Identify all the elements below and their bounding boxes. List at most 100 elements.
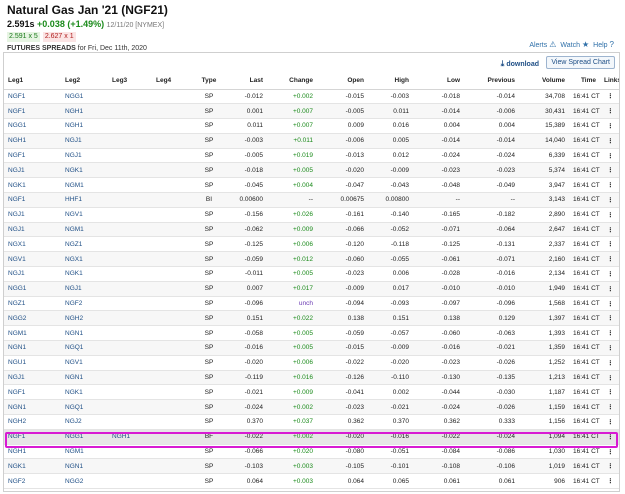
- cell-leg2[interactable]: NGQ1: [61, 340, 108, 356]
- cell-leg4[interactable]: [152, 192, 195, 208]
- row-menu-icon[interactable]: ⋮: [600, 89, 619, 105]
- alert-icon[interactable]: ⚠: [549, 40, 556, 49]
- cell-leg4[interactable]: [152, 340, 195, 356]
- column-header-leg3[interactable]: Leg3: [108, 73, 152, 90]
- cell-leg1[interactable]: NGJ1: [4, 162, 61, 179]
- table-row[interactable]: NGN1 NGQ1 SP -0.024 +0.002 -0.023 -0.021 -0.024…: [4, 399, 619, 416]
- cell-leg3[interactable]: [108, 103, 152, 120]
- cell-leg2[interactable]: NGH1: [61, 118, 108, 134]
- cell-leg4[interactable]: [152, 162, 195, 179]
- table-row[interactable]: NGF1 NGJ1 SP -0.005 +0.019 -0.013 0.012 -0.024-…: [4, 148, 619, 164]
- row-menu-icon[interactable]: ⋮: [600, 251, 619, 268]
- cell-leg4[interactable]: [152, 310, 195, 327]
- watch-link[interactable]: Watch: [560, 42, 580, 49]
- row-menu-icon[interactable]: ⋮: [600, 281, 619, 297]
- cell-leg3[interactable]: [108, 222, 152, 238]
- cell-leg2[interactable]: NGZ1: [61, 236, 108, 253]
- table-row[interactable]: NGK1 NGM1 SP -0.045 +0.004 -0.047 -0.043 -0.048…: [4, 177, 619, 194]
- cell-leg4[interactable]: [152, 458, 195, 475]
- column-header-leg1[interactable]: Leg1: [4, 73, 61, 90]
- cell-leg4[interactable]: [152, 325, 195, 342]
- table-row[interactable]: NGF2 NGG2 SP 0.064 +0.003 0.064 0.065 0.061 0.06…: [4, 473, 619, 490]
- cell-leg3[interactable]: [108, 118, 152, 134]
- cell-leg2[interactable]: NGG1: [61, 89, 108, 105]
- cell-leg4[interactable]: [152, 207, 195, 223]
- help-icon[interactable]: ?: [610, 40, 614, 49]
- cell-leg4[interactable]: [152, 177, 195, 194]
- table-row[interactable]: NGJ1 NGM1 SP -0.062 +0.009 -0.066 -0.052 -0.071…: [4, 222, 619, 238]
- table-row[interactable]: NGG1 NGJ1 SP 0.007 +0.017 -0.009 0.017 -0.010 -0…: [4, 281, 619, 297]
- cell-leg1[interactable]: NGG1: [4, 281, 61, 297]
- cell-leg3[interactable]: [108, 370, 152, 386]
- row-menu-icon[interactable]: ⋮: [600, 236, 619, 253]
- row-menu-icon[interactable]: ⋮: [600, 473, 619, 490]
- row-menu-icon[interactable]: ⋮: [600, 340, 619, 356]
- cell-leg3[interactable]: [108, 162, 152, 179]
- row-menu-icon[interactable]: ⋮: [600, 414, 619, 430]
- table-row[interactable]: NGJ1 NGN1 SP -0.119 +0.016 -0.126 -0.110 -0.130…: [4, 370, 619, 386]
- table-row[interactable]: NGM1 NGN1 SP -0.058 +0.005 -0.059 -0.057 -0.060…: [4, 325, 619, 342]
- table-row[interactable]: NGF1 NGH1 SP 0.001 +0.007 -0.005 0.011 -0.014 -0…: [4, 103, 619, 120]
- cell-leg2[interactable]: NGJ1: [61, 148, 108, 164]
- cell-leg3[interactable]: [108, 148, 152, 164]
- cell-leg1[interactable]: NGH1: [4, 133, 61, 149]
- cell-leg3[interactable]: [108, 296, 152, 312]
- cell-leg4[interactable]: [152, 281, 195, 297]
- cell-leg1[interactable]: NGF1: [4, 429, 61, 445]
- column-header-previous[interactable]: Previous: [464, 73, 519, 90]
- row-menu-icon[interactable]: ⋮: [600, 177, 619, 194]
- cell-leg3[interactable]: [108, 192, 152, 208]
- cell-leg2[interactable]: NGF2: [61, 296, 108, 312]
- cell-leg4[interactable]: [152, 414, 195, 430]
- cell-leg1[interactable]: NGJ1: [4, 370, 61, 386]
- column-header-low[interactable]: Low: [413, 73, 464, 90]
- cell-leg1[interactable]: NGF1: [4, 148, 61, 164]
- cell-leg2[interactable]: NGN1: [61, 458, 108, 475]
- cell-leg1[interactable]: NGK1: [4, 458, 61, 475]
- cell-leg3[interactable]: [108, 355, 152, 371]
- row-menu-icon[interactable]: ⋮: [600, 118, 619, 134]
- cell-leg4[interactable]: [152, 429, 195, 445]
- cell-leg4[interactable]: [152, 355, 195, 371]
- cell-leg3[interactable]: [108, 444, 152, 460]
- cell-leg2[interactable]: NGG1: [61, 429, 108, 445]
- column-header-last[interactable]: Last: [223, 73, 267, 90]
- row-menu-icon[interactable]: ⋮: [600, 429, 619, 445]
- table-row[interactable]: NGV1 NGX1 SP -0.059 +0.012 -0.060 -0.055 -0.061…: [4, 251, 619, 268]
- cell-leg4[interactable]: [152, 370, 195, 386]
- cell-leg2[interactable]: NGK1: [61, 266, 108, 282]
- row-menu-icon[interactable]: ⋮: [600, 162, 619, 179]
- cell-leg1[interactable]: NGF1: [4, 192, 61, 208]
- row-menu-icon[interactable]: ⋮: [600, 325, 619, 342]
- cell-leg2[interactable]: NGN1: [61, 370, 108, 386]
- row-menu-icon[interactable]: ⋮: [600, 222, 619, 238]
- cell-leg1[interactable]: NGJ1: [4, 266, 61, 282]
- row-menu-icon[interactable]: ⋮: [600, 148, 619, 164]
- row-menu-icon[interactable]: ⋮: [600, 384, 619, 401]
- cell-leg1[interactable]: NGH2: [4, 414, 61, 430]
- cell-leg2[interactable]: NGK1: [61, 162, 108, 179]
- cell-leg1[interactable]: NGG2: [4, 310, 61, 327]
- table-row[interactable]: NGJ1 NGV1 SP -0.156 +0.026 -0.161 -0.140 -0.165…: [4, 207, 619, 223]
- row-menu-icon[interactable]: ⋮: [600, 458, 619, 475]
- cell-leg2[interactable]: NGH2: [61, 310, 108, 327]
- column-header-type[interactable]: Type: [195, 73, 223, 90]
- cell-leg4[interactable]: [152, 118, 195, 134]
- cell-leg1[interactable]: NGF1: [4, 103, 61, 120]
- cell-leg3[interactable]: [108, 177, 152, 194]
- table-row[interactable]: NGF1 HHF1 BI 0.00600 -- 0.00675 0.00800 -- -- 3,1…: [4, 192, 619, 208]
- cell-leg4[interactable]: [152, 266, 195, 282]
- cell-leg1[interactable]: NGJ1: [4, 207, 61, 223]
- cell-leg4[interactable]: [152, 89, 195, 105]
- cell-leg2[interactable]: NGM1: [61, 177, 108, 194]
- cell-leg2[interactable]: NGJ1: [61, 133, 108, 149]
- cell-leg4[interactable]: [152, 444, 195, 460]
- cell-leg1[interactable]: NGF1: [4, 89, 61, 105]
- cell-leg2[interactable]: NGM1: [61, 444, 108, 460]
- cell-leg2[interactable]: NGM1: [61, 222, 108, 238]
- cell-leg4[interactable]: [152, 103, 195, 120]
- table-row[interactable]: NGH2 NGJ2 SP 0.370 +0.037 0.362 0.370 0.362 0.33…: [4, 414, 619, 430]
- cell-leg3[interactable]: [108, 89, 152, 105]
- cell-leg4[interactable]: [152, 473, 195, 490]
- cell-leg2[interactable]: NGN1: [61, 325, 108, 342]
